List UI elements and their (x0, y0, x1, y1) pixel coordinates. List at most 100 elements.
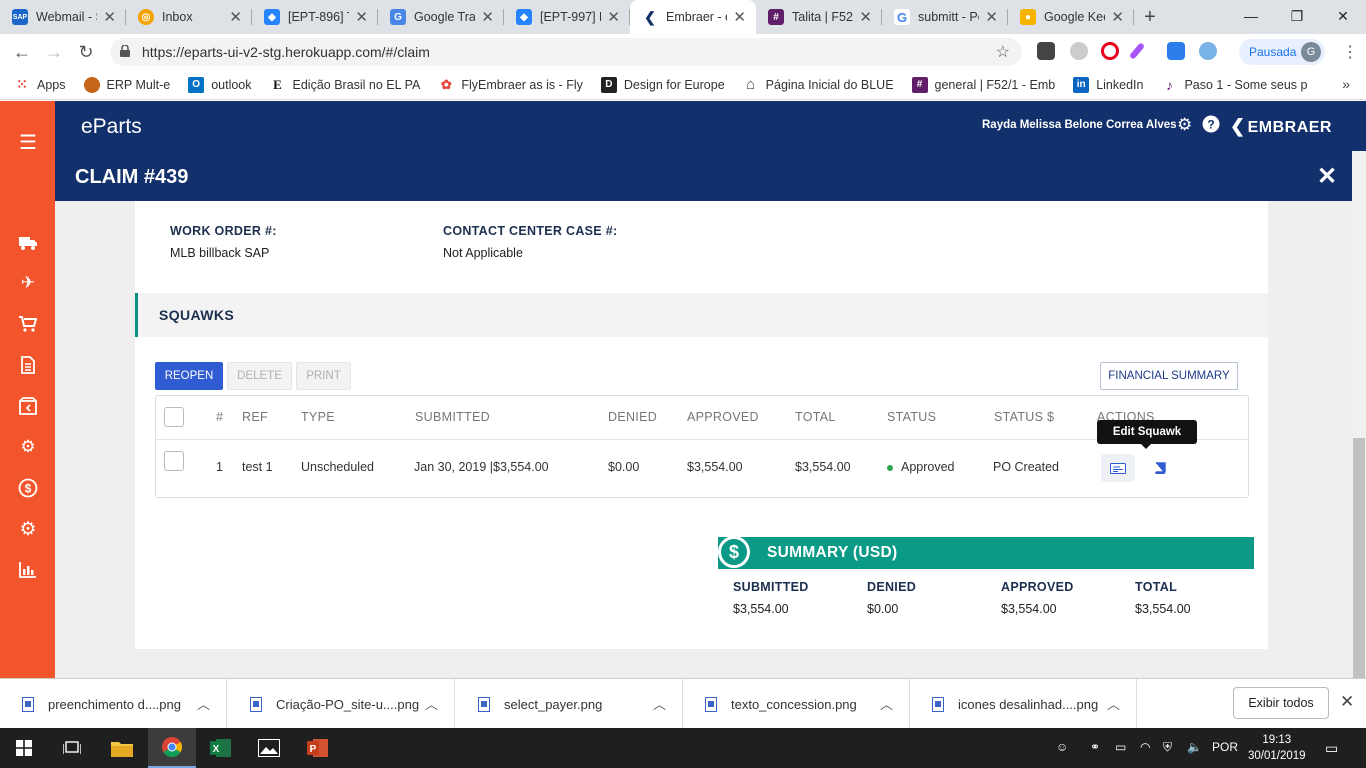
task-view-icon[interactable] (48, 728, 96, 768)
column-header[interactable]: SUBMITTED (415, 410, 490, 424)
chrome-taskbar-icon[interactable] (148, 728, 196, 768)
bookmark-item[interactable]: Ooutlook (188, 76, 252, 93)
reopen-button[interactable]: REOPEN (155, 362, 223, 390)
pocket-extension-icon[interactable] (1037, 42, 1055, 60)
browser-tab[interactable]: Gsubmitt - Pe ✕ (882, 0, 1008, 34)
column-header[interactable]: # (216, 410, 223, 424)
close-tab-icon[interactable]: ✕ (481, 8, 494, 26)
browser-tab-active[interactable]: ❮ Embraer - e ✕ (630, 0, 756, 34)
circle-extension-icon[interactable] (1070, 42, 1088, 60)
download-item[interactable]: icones desalinhad....png ︿ (910, 679, 1137, 729)
chevron-up-icon[interactable]: ︿ (880, 694, 893, 713)
download-item[interactable]: select_payer.png ︿ (456, 679, 683, 729)
settings-gear-icon[interactable]: ⚙ (1177, 115, 1192, 135)
bookmark-item[interactable]: E Edição Brasil no EL PA (269, 76, 420, 93)
browser-tab[interactable]: SAP Webmail - S ✕ (0, 0, 126, 34)
windows-start-icon[interactable] (0, 728, 48, 768)
hamburger-menu-icon[interactable]: ☰ (15, 129, 41, 155)
browser-tab[interactable]: ◆ [EPT-997] P ✕ (504, 0, 630, 34)
delete-button[interactable]: DELETE (227, 362, 292, 390)
opera-extension-icon[interactable] (1101, 42, 1119, 60)
bookmark-item[interactable]: in LinkedIn (1073, 76, 1143, 93)
system-clock[interactable]: 19:13 30/01/2019 (1248, 732, 1306, 764)
cart-icon[interactable] (15, 311, 41, 337)
file-explorer-icon[interactable] (98, 728, 146, 768)
settings-cogs-icon[interactable]: ⚙ (15, 516, 41, 542)
forward-icon[interactable]: → (38, 36, 70, 68)
close-tab-icon[interactable]: ✕ (607, 8, 620, 26)
notifications-icon[interactable]: ▭ (1325, 740, 1338, 757)
close-tab-icon[interactable]: ✕ (103, 8, 116, 26)
people-icon[interactable]: ☺ (1056, 740, 1068, 754)
edit-squawk-button[interactable] (1101, 454, 1135, 482)
row-checkbox[interactable] (164, 451, 184, 471)
new-tab-button[interactable]: + (1134, 0, 1166, 34)
chevron-up-icon[interactable]: ︿ (197, 694, 210, 713)
user-name[interactable]: Rayda Melissa Belone Correa Alves (982, 119, 1177, 131)
bookmark-item[interactable]: ⌂ Página Inicial do BLUE (743, 76, 893, 93)
close-tab-icon[interactable]: ✕ (985, 8, 998, 26)
bookmark-item[interactable]: ♪ Paso 1 - Some seus p (1161, 77, 1307, 93)
bookmark-item[interactable]: ERP Mult-e (83, 76, 170, 93)
browser-tab[interactable]: ● Google Kee ✕ (1008, 0, 1134, 34)
column-header[interactable]: REF (242, 410, 268, 424)
close-tab-icon[interactable]: ✕ (229, 8, 242, 26)
profile-button[interactable]: Pausada G (1239, 39, 1325, 65)
excel-icon[interactable]: X (197, 728, 245, 768)
column-header[interactable]: APPROVED (687, 410, 759, 424)
close-tab-icon[interactable]: ✕ (355, 8, 368, 26)
feather-extension-icon[interactable] (1128, 42, 1146, 60)
column-header[interactable]: STATUS (887, 410, 936, 424)
airplane-icon[interactable]: ✈ (15, 270, 41, 296)
gears-swap-icon[interactable]: ⚙ (15, 434, 41, 460)
close-downloads-icon[interactable]: ✕ (1340, 692, 1354, 712)
chevron-up-icon[interactable]: ︿ (425, 694, 438, 713)
chevron-up-icon[interactable]: ︿ (1107, 694, 1120, 713)
extension-badge-icon[interactable] (1167, 42, 1185, 60)
bookmark-item[interactable]: # general | F52/1 - Emb (911, 76, 1055, 93)
close-icon[interactable]: ✕ (1317, 162, 1337, 191)
bar-chart-icon[interactable] (15, 557, 41, 583)
close-tab-icon[interactable]: ✕ (733, 8, 746, 26)
more-bookmarks-icon[interactable]: » (1342, 76, 1350, 92)
photos-icon[interactable] (245, 728, 293, 768)
scrollbar-thumb[interactable] (1353, 438, 1365, 678)
show-all-downloads-button[interactable]: Exibir todos (1233, 687, 1329, 719)
browser-tab[interactable]: # Talita | F52/ ✕ (756, 0, 882, 34)
column-header[interactable]: TYPE (301, 410, 335, 424)
view-manual-button[interactable] (1143, 454, 1177, 482)
help-icon[interactable]: ? (1202, 115, 1220, 138)
download-item[interactable]: Criação-PO_site-u....png ︿ (228, 679, 455, 729)
maximize-icon[interactable]: ❐ (1274, 0, 1320, 32)
wifi-icon[interactable]: ◠ (1140, 740, 1150, 754)
menu-kebab-icon[interactable]: ⋮ (1342, 42, 1358, 62)
browser-tab[interactable]: G Google Trac ✕ (378, 0, 504, 34)
close-tab-icon[interactable]: ✕ (1111, 8, 1124, 26)
battery-icon[interactable]: ▭ (1115, 740, 1126, 754)
bookmark-item[interactable]: D Design for Europe (600, 76, 725, 93)
brand-name[interactable]: eParts (81, 115, 142, 139)
column-header[interactable]: DENIED (608, 410, 657, 424)
address-bar[interactable]: https://eparts-ui-v2-stg.herokuapp.com/#… (110, 38, 1022, 66)
bookmark-star-icon[interactable]: ☆ (996, 42, 1010, 62)
download-item[interactable]: preenchimento d....png ︿ (0, 679, 227, 729)
download-item[interactable]: texto_concession.png ︿ (683, 679, 910, 729)
column-header[interactable]: TOTAL (795, 410, 836, 424)
browser-tab[interactable]: ◆ [EPT-896] Te ✕ (252, 0, 378, 34)
financial-summary-button[interactable]: FINANCIAL SUMMARY (1100, 362, 1238, 390)
minimize-icon[interactable]: — (1228, 0, 1274, 32)
powerpoint-icon[interactable]: P (294, 728, 342, 768)
browser-tab[interactable]: ◎ Inbox ✕ (126, 0, 252, 34)
close-window-icon[interactable]: ✕ (1320, 0, 1366, 32)
document-icon[interactable] (15, 352, 41, 378)
reload-icon[interactable]: ↻ (70, 36, 102, 68)
back-icon[interactable]: ← (6, 36, 38, 68)
bookmark-item[interactable]: ✿ FlyEmbraer as is - Fly (438, 76, 583, 93)
network-link-icon[interactable]: ⚭ (1090, 740, 1100, 754)
exchange-box-icon[interactable] (15, 393, 41, 419)
bookmark-apps[interactable]: ⁙ Apps (14, 76, 65, 93)
extension-alert-icon[interactable] (1199, 42, 1217, 60)
select-all-checkbox[interactable] (164, 407, 184, 427)
column-header[interactable]: STATUS $ (994, 410, 1054, 424)
chevron-up-icon[interactable]: ︿ (653, 694, 666, 713)
